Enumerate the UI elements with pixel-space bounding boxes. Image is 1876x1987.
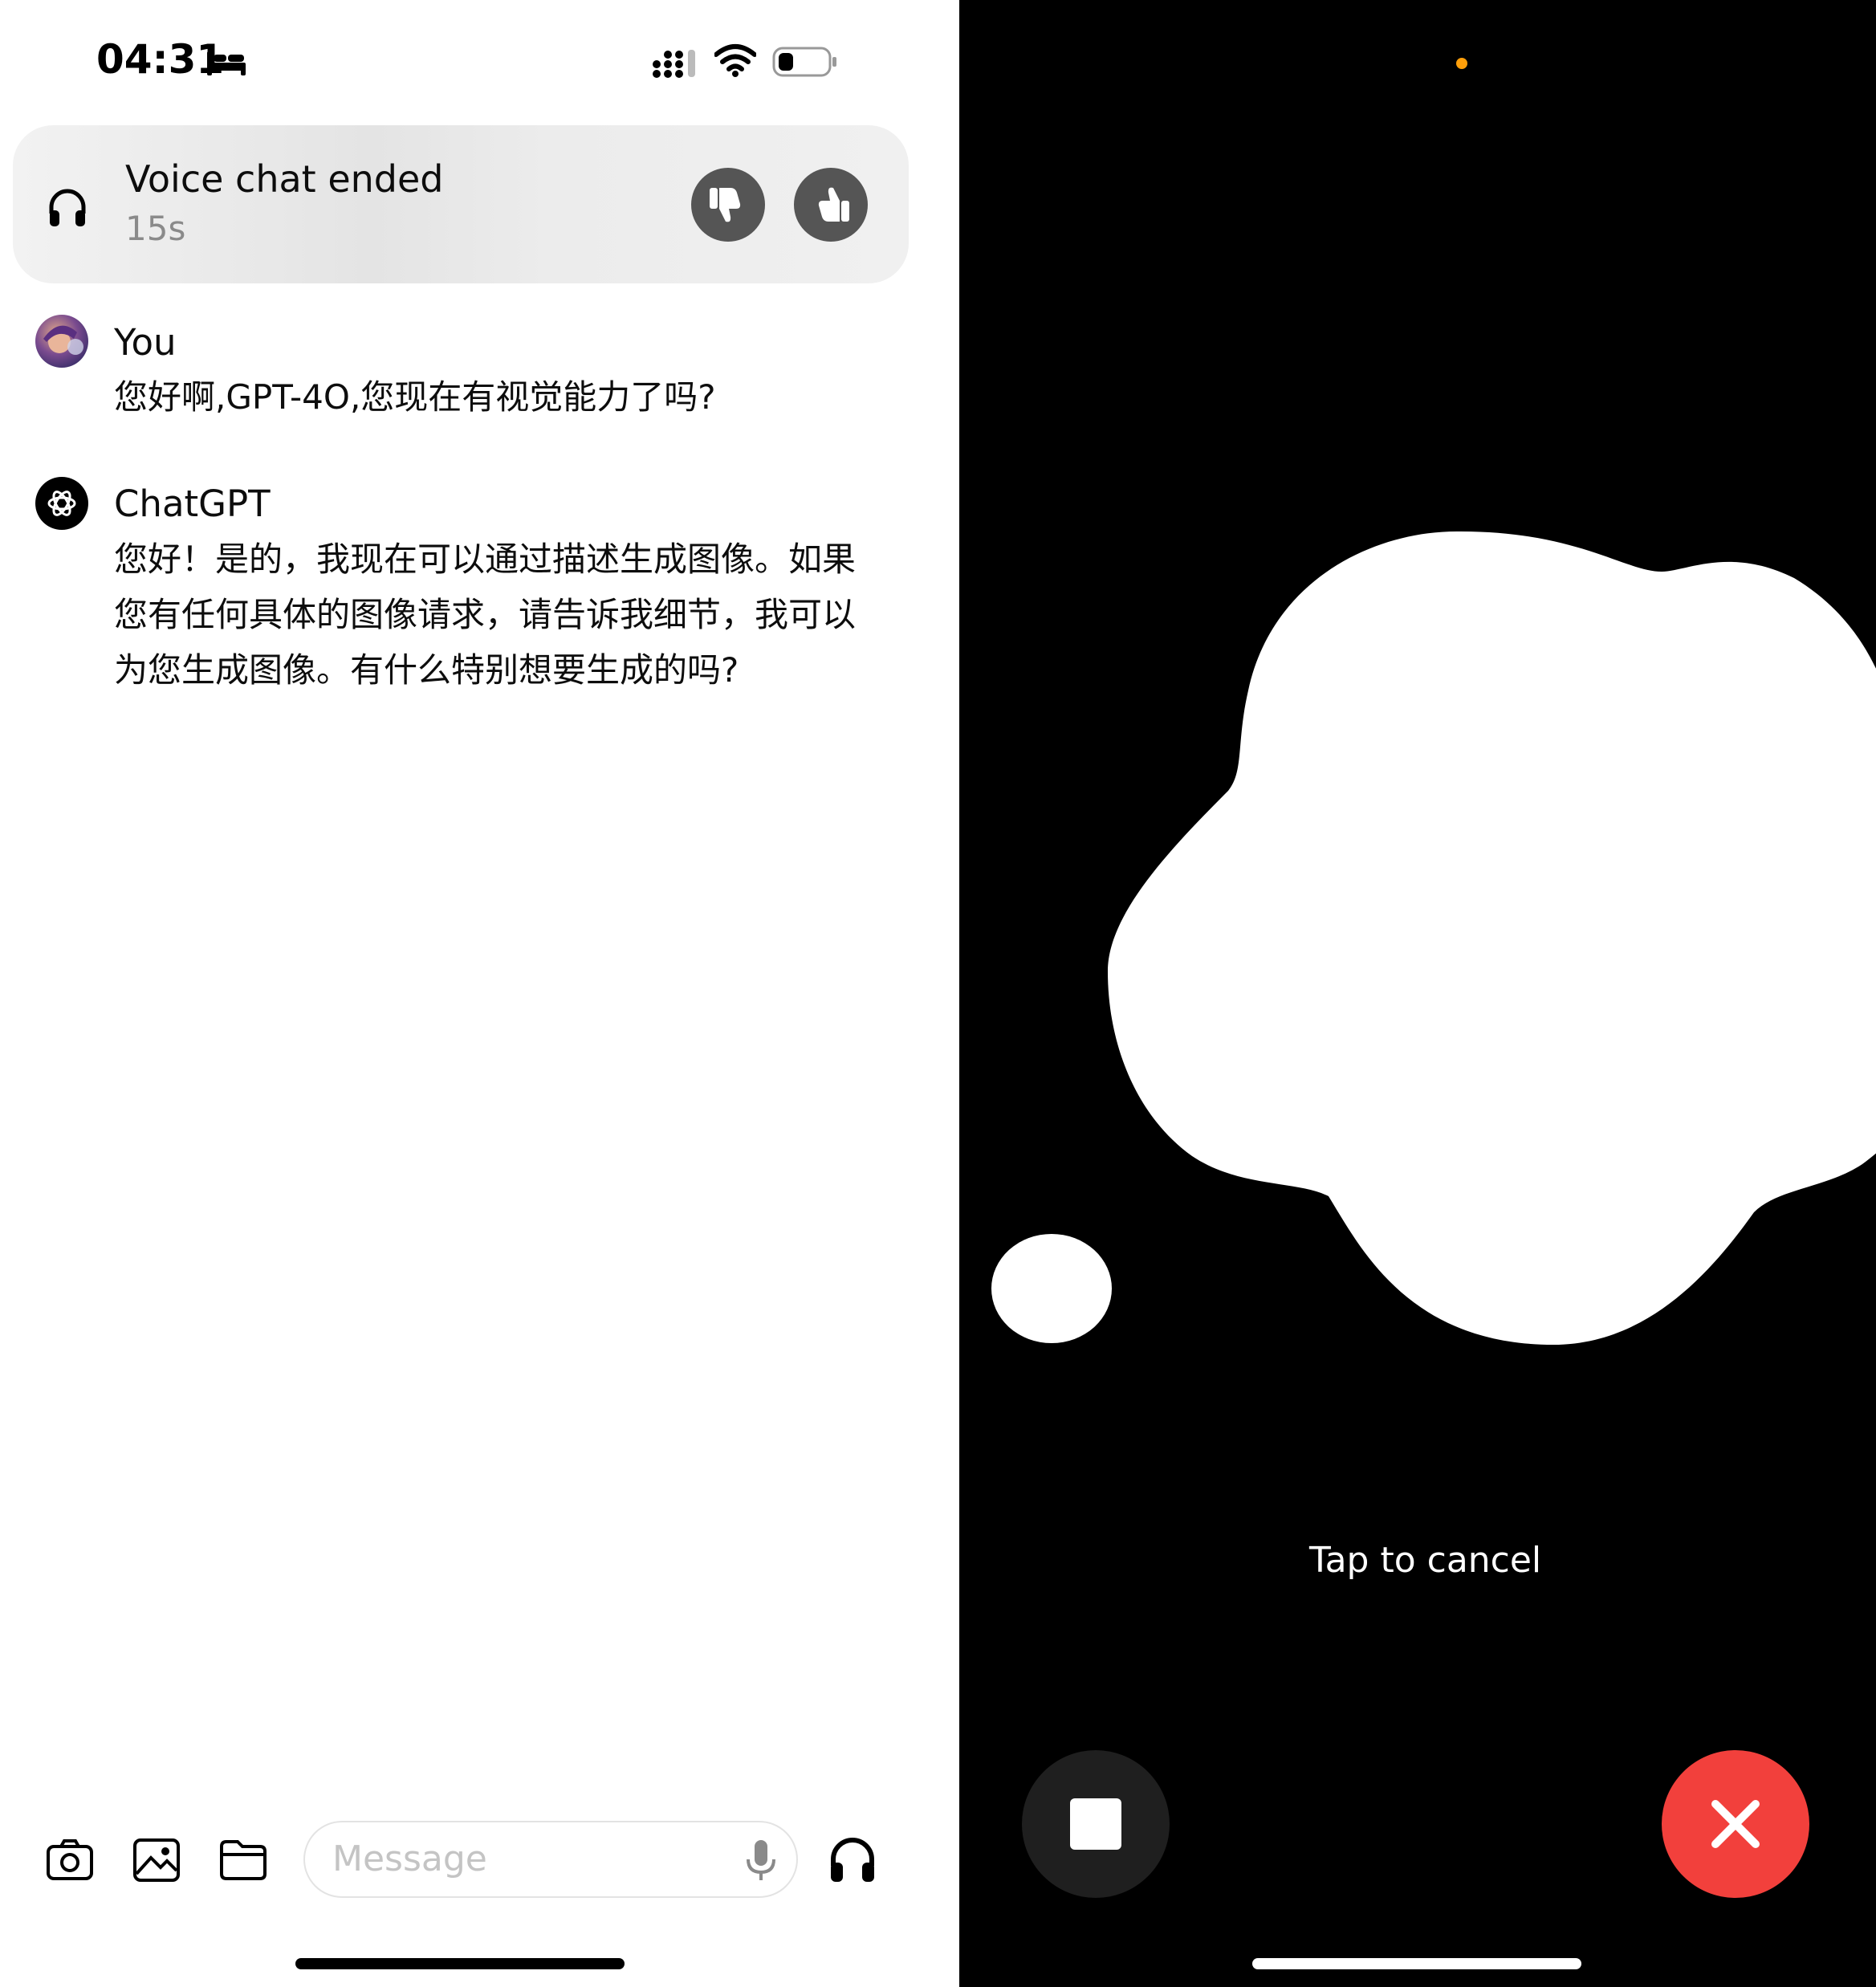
voice-chat-ended-banner[interactable]	[13, 125, 909, 283]
sleep-bed-icon	[207, 51, 246, 75]
close-voice-button[interactable]	[1662, 1750, 1809, 1898]
chat-screen	[0, 0, 959, 1987]
microphone-icon[interactable]	[743, 1837, 779, 1883]
stop-button[interactable]	[1022, 1750, 1170, 1898]
image-icon[interactable]	[132, 1835, 181, 1885]
battery-icon	[772, 47, 836, 77]
thumbs-down-button[interactable]	[691, 168, 765, 242]
voice-visualizer-blob	[991, 531, 1876, 1345]
user-message: 您好啊,GPT-4O,您现在有视觉能力了吗?	[114, 377, 716, 417]
home-indicator	[1252, 1958, 1581, 1969]
user-avatar	[35, 315, 88, 368]
tap-to-cancel-hint[interactable]: Tap to cancel	[1309, 1540, 1541, 1581]
camera-icon[interactable]	[45, 1835, 95, 1885]
thumbs-up-icon	[818, 187, 849, 222]
assistant-message: 您好！是的，我现在可以通过描述生成图像。如果您有任何具体的图像请求，请告诉我细节…	[114, 540, 857, 690]
wifi-icon	[714, 44, 756, 77]
banner-title: Voice chat ended	[125, 157, 444, 201]
sender-name: ChatGPT	[114, 482, 271, 525]
folder-icon[interactable]	[218, 1835, 268, 1885]
headphones-icon	[49, 189, 86, 226]
chatgpt-avatar	[35, 477, 88, 530]
thumbs-down-icon	[710, 188, 741, 222]
banner-duration: 15s	[125, 209, 186, 248]
home-indicator	[295, 1958, 625, 1969]
openai-logo-icon	[47, 491, 76, 516]
close-icon	[1711, 1800, 1760, 1848]
voice-mode-button[interactable]	[827, 1834, 878, 1885]
sender-name: You	[114, 321, 177, 364]
cellular-signal-icon	[653, 50, 695, 78]
message-placeholder: Message	[332, 1838, 487, 1879]
stop-icon	[1070, 1798, 1121, 1850]
thumbs-up-button[interactable]	[794, 168, 868, 242]
